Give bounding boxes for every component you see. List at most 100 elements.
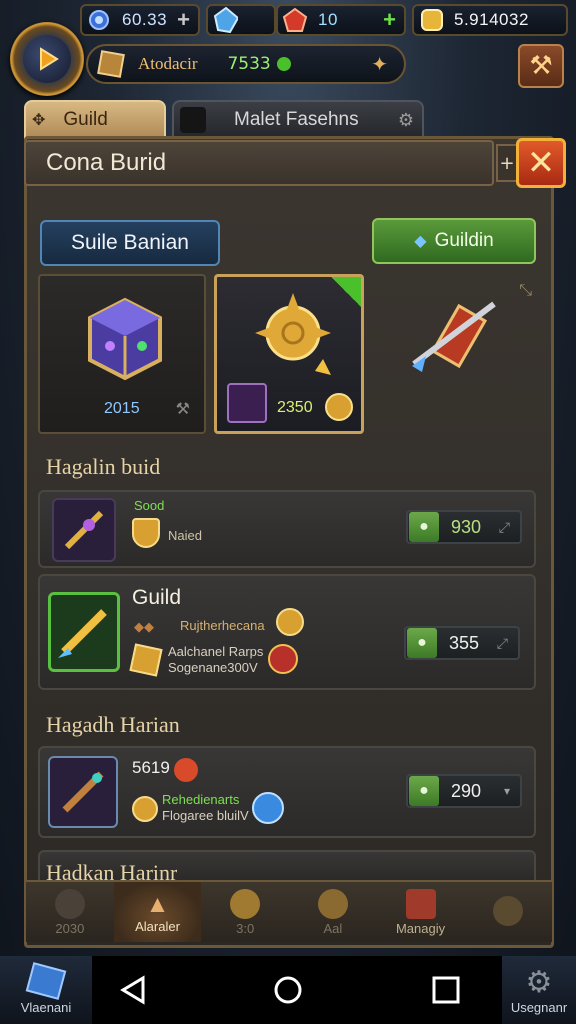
section-title-1: Hagalin buid xyxy=(46,454,161,479)
featured-card-cube[interactable]: 2015 ⚒ xyxy=(38,274,206,434)
nav-item-3[interactable]: 3:0 xyxy=(201,882,289,942)
buy-button-2[interactable]: ● 355 ⤢ xyxy=(404,626,520,660)
bottom-nav: 2030 ▲ Alaraler 3:0 Aal Managiy xyxy=(26,880,552,942)
shield-badge-icon xyxy=(132,518,160,548)
ruby-medal-icon xyxy=(268,644,298,674)
crossbow-icon xyxy=(404,286,504,390)
featured-card-crossbow[interactable]: ⤡ xyxy=(372,274,536,434)
gold-medal-icon xyxy=(276,608,304,636)
coin-icon-3: ● xyxy=(409,776,439,806)
tab-guild-icon: ✥ xyxy=(32,112,46,129)
blue-cube-icon xyxy=(25,961,67,1000)
dagger-count: 5619 xyxy=(132,758,170,777)
gem-coin-icon xyxy=(86,7,112,33)
nav-item-5[interactable]: Managiy xyxy=(377,882,465,942)
system-nav-bar: Vlaenani ⚙ Usegnanr xyxy=(0,956,576,1024)
section-title-3: Hagadh Harian xyxy=(46,712,180,737)
nav-label-1: 2030 xyxy=(55,920,85,936)
gold-value: 5.914032 xyxy=(454,10,529,29)
expand-icon: ⤢ xyxy=(498,518,510,535)
plus-icon: + xyxy=(499,152,515,174)
guild-join-button[interactable]: ◆ Guildin xyxy=(372,218,536,264)
power-gem-icon xyxy=(276,57,291,71)
add-energy-icon[interactable]: + xyxy=(383,7,396,33)
golden-sword-icon xyxy=(48,592,120,672)
home-button[interactable] xyxy=(258,956,318,1024)
price-1: 930 xyxy=(451,516,482,537)
energy-value: 10 xyxy=(318,10,338,29)
left-app-shortcut[interactable]: Vlaenani xyxy=(0,956,92,1024)
panel-title: Cona Burid xyxy=(46,149,167,176)
gold-cube-icon xyxy=(129,643,163,677)
featured-card-shield[interactable]: 2350 xyxy=(214,274,364,434)
list-item-dagger[interactable]: 5619 Rehedienarts Flogaree bluilV ● 290 … xyxy=(38,746,536,838)
gold-coin-icon xyxy=(418,7,444,33)
guild-line2: Aalchanel Rarps xyxy=(168,644,264,659)
hammer-button[interactable]: ⚒ xyxy=(518,44,564,88)
buy-button-3[interactable]: ● 290 ▾ xyxy=(406,774,522,808)
nav-gold-icon xyxy=(230,888,261,919)
buy-button-1[interactable]: ● 930 ⤢ xyxy=(406,510,522,544)
guild-item-name: Guild xyxy=(132,586,182,609)
shield-value: 2350 xyxy=(277,399,313,416)
gold-counter[interactable]: 5.914032 xyxy=(412,4,568,36)
back-button[interactable] xyxy=(104,956,164,1024)
list-item-partial: Hadkan Harinr xyxy=(38,850,536,882)
chevron-down-icon: ▾ xyxy=(503,784,510,798)
gold-coin-badge-icon xyxy=(132,796,158,822)
expand-corner-icon[interactable]: ⤡ xyxy=(519,280,532,300)
cube-value: 2015 xyxy=(104,400,140,417)
price-2: 355 xyxy=(449,632,480,653)
sword-item-icon xyxy=(52,498,116,562)
recents-button[interactable] xyxy=(416,956,476,1024)
gear-icon: ⚙ xyxy=(525,966,553,999)
player-avatar[interactable] xyxy=(10,22,84,96)
coin-icon: ● xyxy=(409,512,439,542)
blue-crystal-icon xyxy=(212,6,238,34)
player-name: Atodacir xyxy=(138,54,198,73)
crystal-icon: ◆ xyxy=(414,233,427,250)
tab-market-icon xyxy=(180,107,206,133)
nav-item-4[interactable]: Aal xyxy=(289,882,377,942)
nav-anvil-icon: ▲ xyxy=(145,890,170,918)
right-app-shortcut[interactable]: ⚙ Usegnanr xyxy=(502,956,576,1024)
nav-book-icon xyxy=(405,888,436,919)
close-button[interactable]: ✕ xyxy=(516,138,566,188)
gems-value: 60.33 xyxy=(122,10,168,29)
guild-line1: Rujtherhecana xyxy=(180,618,265,633)
magic-cube-icon xyxy=(80,294,170,388)
energy-counter[interactable]: 10 + xyxy=(276,4,406,36)
dagger-item-icon xyxy=(48,756,118,828)
list-item-sword[interactable]: Sood Naied ● 930 ⤢ xyxy=(38,490,536,568)
sword-line1: Sood xyxy=(134,498,165,513)
fire-orb-icon xyxy=(174,758,198,782)
add-gems-icon[interactable]: + xyxy=(177,7,190,33)
left-shortcut-label: Vlaenani xyxy=(20,999,72,1015)
nav-item-1[interactable]: 2030 xyxy=(26,882,114,942)
chest-small-icon: ◆◆ xyxy=(134,620,154,635)
right-shortcut-label: Usegnanr xyxy=(510,1000,568,1015)
player-power: 7533 xyxy=(227,54,271,74)
guild-banner-button[interactable]: Suile Banian xyxy=(40,220,220,266)
player-badge-icon: ✦ xyxy=(371,52,388,76)
home-icon xyxy=(274,976,302,1004)
nav-item-2[interactable]: ▲ Alaraler xyxy=(113,882,202,942)
guild-banner-label: Suile Banian xyxy=(71,231,189,254)
nav-label-5: Managiy xyxy=(395,920,446,936)
list-item-guild[interactable]: Guild ◆◆ Rujtherhecana Aalchanel Rarps S… xyxy=(38,574,536,690)
tab-guild[interactable]: ✥ Guild xyxy=(24,100,166,140)
blue-orb-icon xyxy=(252,792,284,824)
nav-settings-icon xyxy=(493,896,524,926)
gems-counter[interactable]: 60.33 + xyxy=(80,4,200,36)
nav-item-6[interactable] xyxy=(464,882,552,942)
tab-market[interactable]: Malet Fasehns ⚙ xyxy=(172,100,424,140)
player-info-bar[interactable]: Atodacir 7533 ✦ xyxy=(86,44,406,84)
coin-icon-2: ● xyxy=(407,628,437,658)
crystal-counter xyxy=(206,4,276,36)
guild-line3: Sogenane300V xyxy=(168,660,258,675)
nav-label-2: Alaraler xyxy=(135,918,180,934)
nav-coin-icon xyxy=(54,888,85,919)
panel-plus-button[interactable]: + xyxy=(496,144,518,182)
tab-guild-label: Guild xyxy=(63,109,108,130)
nav-bag-icon xyxy=(317,888,348,919)
